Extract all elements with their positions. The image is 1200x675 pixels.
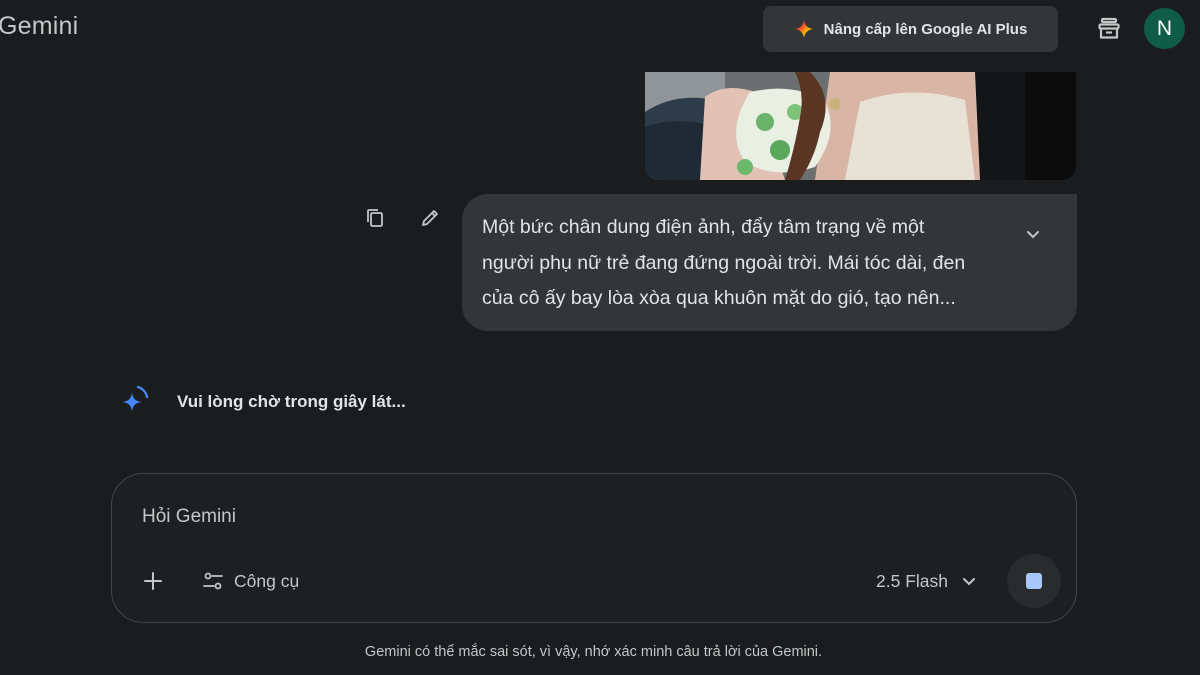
gemini-spark-icon (794, 19, 814, 39)
prompt-line: của cô ấy bay lòa xòa qua khuôn mặt do g… (482, 287, 956, 309)
gemini-chat-page: Gemini Nâng cấp lên Google AI Plus N Một… (0, 0, 1200, 675)
add-file-button[interactable] (138, 566, 168, 596)
user-prompt-text: Một bức chân dung điện ảnh, đẩy tâm trạn… (482, 210, 1007, 317)
upgrade-label: Nâng cấp lên Google AI Plus (823, 20, 1028, 38)
loading-text: Vui lòng chờ trong giây lát... (177, 392, 406, 411)
pencil-icon (419, 207, 441, 229)
prompt-line: Một bức chân dung điện ảnh, đẩy tâm trạn… (482, 216, 925, 238)
upgrade-button[interactable]: Nâng cấp lên Google AI Plus (763, 6, 1058, 52)
history-button[interactable] (1092, 12, 1126, 46)
chevron-down-icon (960, 572, 978, 590)
expand-prompt-button[interactable] (1019, 220, 1047, 248)
tools-label: Công cụ (234, 570, 300, 591)
edit-prompt-button[interactable] (415, 203, 445, 233)
uploaded-image[interactable] (645, 72, 1076, 180)
tools-sliders-icon (202, 570, 224, 592)
copy-icon (364, 207, 386, 229)
account-avatar[interactable]: N (1144, 8, 1185, 49)
app-title[interactable]: Gemini (0, 12, 78, 41)
stop-generating-button[interactable] (1007, 554, 1061, 608)
stop-icon (1026, 573, 1042, 589)
model-label: 2.5 Flash (876, 570, 948, 591)
model-selector[interactable]: 2.5 Flash (876, 564, 978, 598)
user-prompt-bubble: Một bức chân dung điện ảnh, đẩy tâm trạn… (462, 194, 1077, 331)
copy-prompt-button[interactable] (360, 203, 390, 233)
prompt-line: người phụ nữ trẻ đang đứng ngoài trời. M… (482, 251, 966, 274)
history-icon (1096, 16, 1122, 42)
disclaimer-text: Gemini có thể mắc sai sót, vì vậy, nhớ x… (364, 644, 823, 660)
chevron-down-icon (1023, 224, 1043, 244)
tools-button[interactable]: Công cụ (202, 564, 299, 598)
prompt-input[interactable] (142, 502, 842, 532)
prompt-input-box: Công cụ 2.5 Flash (111, 473, 1077, 623)
response-loading: Vui lòng chờ trong giây lát... (116, 380, 406, 424)
loading-spinner-icon (116, 382, 156, 422)
plus-icon (142, 570, 164, 592)
